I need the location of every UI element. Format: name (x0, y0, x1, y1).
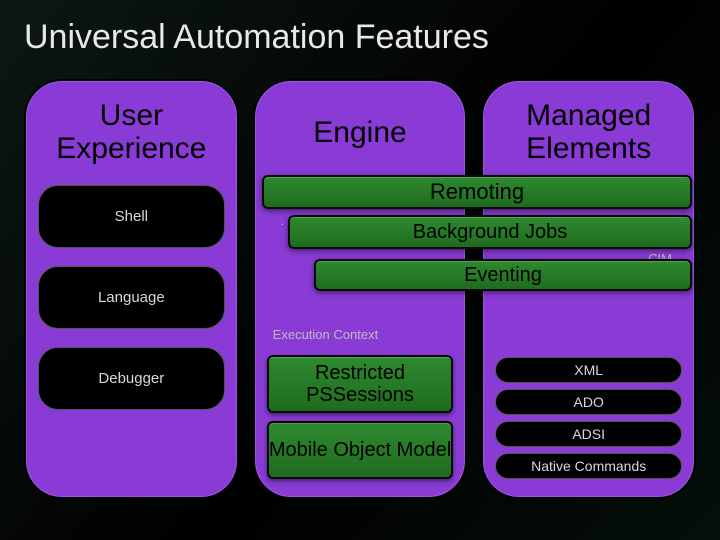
box-mobile-object-model: Mobile Object Model (267, 421, 454, 479)
behind-execution-context: Execution Context (273, 327, 379, 342)
behind-dot: . (281, 213, 285, 228)
columns-container: User Experience Shell Language Debugger … (24, 79, 696, 499)
overlay-remoting: Remoting (262, 175, 692, 209)
overlay-eventing: Eventing (314, 259, 692, 291)
pill-xml: XML (495, 357, 682, 383)
box-restricted-pssessions: Restricted PSSessions (267, 355, 454, 413)
pill-ado: ADO (495, 389, 682, 415)
slide-title: Universal Automation Features (24, 18, 696, 57)
slide: Universal Automation Features User Exper… (0, 0, 720, 540)
pill-adsi: ADSI (495, 421, 682, 447)
pill-native-commands: Native Commands (495, 453, 682, 479)
column-heading-engine: Engine (267, 95, 454, 179)
overlay-background-jobs: Background Jobs (288, 215, 692, 249)
column-user-experience: User Experience Shell Language Debugger (24, 79, 239, 499)
pill-language: Language (38, 266, 225, 329)
column-body-ux: Shell Language Debugger (38, 179, 225, 481)
pill-debugger: Debugger (38, 347, 225, 410)
pill-shell: Shell (38, 185, 225, 248)
column-heading-managed: Managed Elements (495, 95, 682, 179)
column-heading-ux: User Experience (38, 95, 225, 179)
